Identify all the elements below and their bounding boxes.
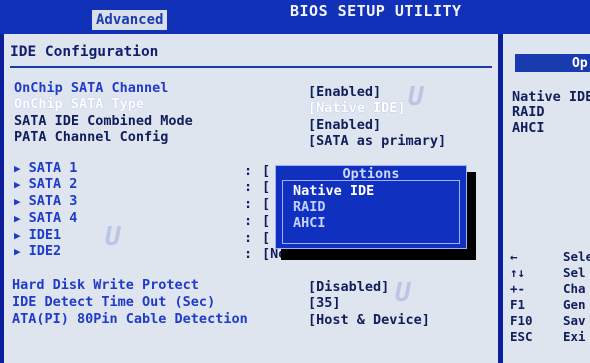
setting-sata-ide-combined-mode[interactable]: SATA IDE Combined Mode [14,113,193,129]
value-ide-detect-time-out[interactable]: [35] [308,295,341,311]
watermark-logo-icon: U [395,278,411,308]
setting-onchip-sata-channel[interactable]: OnChip SATA Channel [14,80,168,96]
option-ahci[interactable]: AHCI [293,215,326,231]
key-desc: Exi [563,329,586,344]
key-desc: Cha [563,281,586,296]
device-colon: : [244,213,253,229]
bios-title: BIOS SETUP UTILITY [290,2,462,20]
device-colon: : [244,196,253,212]
device-sata-1[interactable]: ▶ SATA 1 [14,160,77,177]
device-value: [ [262,163,271,179]
submenu-arrow-icon: ▶ [14,229,21,242]
setting-pata-channel-config[interactable]: PATA Channel Config [14,129,168,145]
value-sata-ide-combined-mode[interactable]: [Enabled] [308,117,381,133]
key-f1: F1 [510,297,526,312]
device-colon: : [244,230,253,246]
watermark-logo-icon: U [408,82,424,112]
setting-ata-80pin-cable-detection[interactable]: ATA(PI) 80Pin Cable Detection [12,311,248,327]
key-desc: Sav [563,313,586,328]
options-list: Native IDE RAID AHCI [282,180,460,244]
value-ata-80pin-cable-detection[interactable]: [Host & Device] [308,312,430,328]
options-popup: Options Native IDE RAID AHCI [275,165,467,249]
value-pata-channel-config[interactable]: [SATA as primary] [308,133,446,149]
key-desc: Sele [563,249,590,264]
device-sata-4[interactable]: ▶ SATA 4 [14,210,77,227]
setting-ide-detect-time-out[interactable]: IDE Detect Time Out (Sec) [12,294,215,310]
device-label: SATA 4 [28,210,78,226]
key-plusminus: +- [510,281,526,296]
key-updown-arrow-icon: ↑↓ [510,265,526,280]
submenu-arrow-icon: ▶ [14,245,21,258]
value-hard-disk-write-protect[interactable]: [Disabled] [308,279,389,295]
device-value: [ [262,196,271,212]
device-value: [ [262,213,271,229]
submenu-arrow-icon: ▶ [14,162,21,175]
option-native-ide[interactable]: Native IDE [293,183,374,199]
page-title: IDE Configuration [10,44,159,60]
device-sata-2[interactable]: ▶ SATA 2 [14,176,77,193]
device-sata-3[interactable]: ▶ SATA 3 [14,193,77,210]
device-ide1[interactable]: ▶ IDE1 [14,227,61,244]
header-divider [10,66,492,68]
key-desc: Gen [563,297,586,312]
setting-onchip-sata-type[interactable]: OnChip SATA Type [14,96,144,112]
tab-advanced[interactable]: Advanced [92,10,168,30]
submenu-arrow-icon: ▶ [14,212,21,225]
key-desc: Sel [563,265,586,280]
device-colon: : [244,179,253,195]
device-colon: : [244,163,253,179]
key-left-arrow-icon: ← [510,249,518,264]
device-label: SATA 1 [28,160,78,176]
setting-hard-disk-write-protect[interactable]: Hard Disk Write Protect [12,277,199,293]
key-f10: F10 [510,313,533,328]
submenu-arrow-icon: ▶ [14,178,21,191]
device-label: SATA 2 [28,176,78,192]
device-value: [ [262,230,271,246]
key-esc: ESC [510,329,533,344]
device-label: IDE1 [28,227,62,243]
device-colon: : [244,246,253,262]
watermark-logo-icon: U [105,222,121,252]
help-line: AHCI [512,120,545,136]
help-line: RAID [512,104,545,120]
value-onchip-sata-type[interactable]: [Native IDE] [308,100,406,116]
submenu-arrow-icon: ▶ [14,195,21,208]
device-label: SATA 3 [28,193,78,209]
device-label: IDE2 [28,243,62,259]
help-header: Op [572,56,588,71]
device-value: [ [262,179,271,195]
value-onchip-sata-channel[interactable]: [Enabled] [308,84,381,100]
help-line: Native IDE [512,89,590,105]
device-ide2[interactable]: ▶ IDE2 [14,243,61,260]
option-raid[interactable]: RAID [293,199,326,215]
